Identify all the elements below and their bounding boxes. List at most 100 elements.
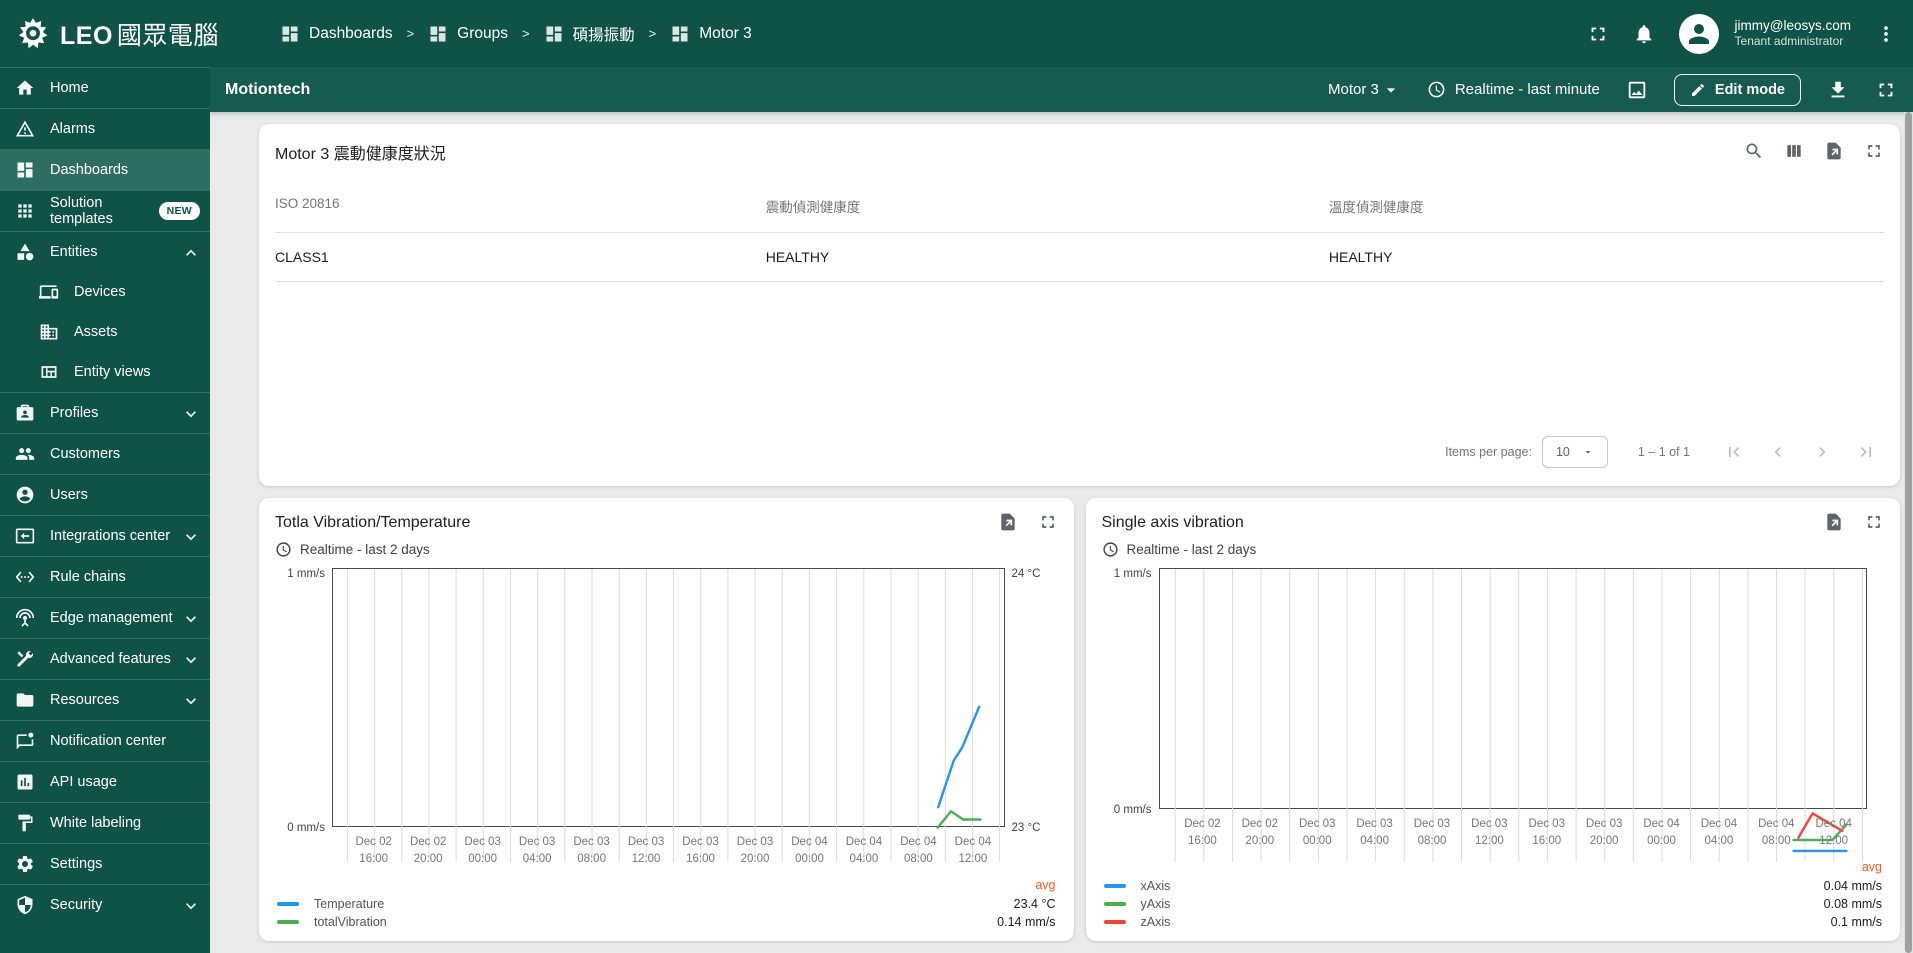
- plot-area[interactable]: [332, 568, 1005, 862]
- legend-item-yaxis[interactable]: yAxis 0.08 mm/s: [1103, 895, 1882, 913]
- y-axis-max: 1 mm/s: [1113, 568, 1152, 580]
- scrollbar[interactable]: [1904, 112, 1913, 953]
- page-size-select[interactable]: 10: [1541, 436, 1608, 468]
- dashboard-toolbar: Motiontech Motor 3 Realtime - last minut…: [210, 67, 1913, 112]
- search-icon[interactable]: [1744, 141, 1764, 161]
- entity-select[interactable]: Motor 3: [1328, 80, 1401, 100]
- chart-card-actions: [1824, 512, 1884, 532]
- x-tick-label: Dec 04 04:00: [845, 836, 883, 866]
- legend-avg-value: 0.1 mm/s: [1830, 915, 1882, 929]
- column-header[interactable]: 震動偵測健康度: [766, 196, 1329, 216]
- breadcrumb-item-motor-3[interactable]: Motor 3: [670, 24, 752, 44]
- edge-icon: [15, 608, 50, 628]
- widget-fullscreen-icon[interactable]: [1864, 141, 1884, 161]
- entity-select-value: Motor 3: [1327, 81, 1379, 98]
- breadcrumb-item-碩揚振動[interactable]: 碩揚振動: [544, 23, 635, 45]
- breadcrumb-item-groups[interactable]: Groups: [428, 24, 508, 44]
- toolbar-fullscreen-icon[interactable]: [1875, 79, 1897, 101]
- chart-legend: avg xAxis 0.04 mm/s yAxis 0.08 mm/s zAxis 0.1…: [1102, 858, 1885, 931]
- breadcrumb-separator: >: [648, 26, 657, 41]
- sidebar-item-alarms[interactable]: Alarms: [0, 109, 210, 149]
- pencil-icon: [1690, 82, 1706, 98]
- x-tick-label: Dec 03 04:00: [518, 836, 556, 866]
- notification-icon: [15, 731, 50, 751]
- table-widget-card: Motor 3 震動健康度狀況 ISO 20816 震動偵測健康度 溫度偵測健康度 …: [259, 124, 1900, 486]
- scrollbar-thumb[interactable]: [1905, 112, 1912, 953]
- columns-icon[interactable]: [1784, 141, 1804, 161]
- plot-area[interactable]: [1158, 568, 1867, 862]
- sidebar-item-resources[interactable]: Resources: [0, 680, 210, 720]
- legend-item-xaxis[interactable]: xAxis 0.04 mm/s: [1103, 877, 1882, 895]
- x-tick-label: Dec 03 08:00: [1413, 818, 1451, 848]
- widget-fullscreen-icon[interactable]: [1864, 512, 1884, 532]
- breadcrumb-item-dashboards[interactable]: Dashboards: [280, 24, 393, 44]
- legend-item-zaxis[interactable]: zAxis 0.1 mm/s: [1103, 913, 1882, 931]
- sidebar-item-security[interactable]: Security: [0, 885, 210, 925]
- fullscreen-icon[interactable]: [1587, 23, 1609, 45]
- column-header[interactable]: ISO 20816: [275, 196, 766, 216]
- sidebar-item-settings[interactable]: Settings: [0, 844, 210, 884]
- sidebar-item-label: Dashboards: [50, 162, 129, 178]
- chevron-down-icon: [181, 650, 200, 669]
- x-tick-label: Dec 02 16:00: [355, 836, 392, 866]
- download-icon[interactable]: [1827, 79, 1849, 101]
- sidebar-item-label: Entity views: [74, 364, 151, 380]
- sidebar-item-devices[interactable]: Devices: [0, 272, 210, 312]
- sidebar-item-profiles[interactable]: Profiles: [0, 393, 210, 433]
- sidebar-item-white-labeling[interactable]: White labeling: [0, 803, 210, 843]
- x-tick-label: Dec 03 08:00: [573, 836, 610, 866]
- sidebar-item-entities[interactable]: Entities: [0, 232, 210, 272]
- first-page-icon[interactable]: [1724, 442, 1744, 462]
- brand-name-en: LEO: [60, 21, 113, 50]
- chevron-down-icon: [181, 404, 200, 423]
- last-page-icon[interactable]: [1856, 442, 1876, 462]
- assets-icon: [39, 322, 74, 342]
- sidebar-item-solution-templates[interactable]: Solution templates NEW: [0, 191, 210, 231]
- sidebar-item-users[interactable]: Users: [0, 475, 210, 515]
- sidebar-item-rule-chains[interactable]: Rule chains: [0, 557, 210, 597]
- dashboard-image-icon[interactable]: [1626, 79, 1648, 101]
- notifications-bell-icon[interactable]: [1633, 23, 1655, 45]
- table-card-head: Motor 3 震動健康度狀況: [275, 134, 1884, 164]
- dropdown-arrow-icon: [1381, 80, 1401, 100]
- edit-mode-label: Edit mode: [1714, 81, 1785, 98]
- legend-item-temperature[interactable]: Temperature 23.4 °C: [277, 895, 1056, 913]
- dashboard-title: Motiontech: [225, 80, 311, 98]
- sidebar-item-entity-views[interactable]: Entity views: [0, 352, 210, 392]
- prev-page-icon[interactable]: [1768, 442, 1788, 462]
- topbar: Dashboards > Groups > 碩揚振動 > Motor 3 jimmy@leo…: [210, 0, 1913, 67]
- export-icon[interactable]: [998, 512, 1018, 532]
- customers-icon: [15, 444, 50, 464]
- chart-card-vibration-temperature: Totla Vibration/Temperature Realtime - l…: [259, 498, 1074, 941]
- sidebar-item-api-usage[interactable]: API usage: [0, 762, 210, 802]
- sidebar-item-customers[interactable]: Customers: [0, 434, 210, 474]
- timewindow-button[interactable]: Realtime - last minute: [1427, 80, 1600, 99]
- sidebar-item-edge-management[interactable]: Edge management: [0, 598, 210, 638]
- widget-fullscreen-icon[interactable]: [1038, 512, 1058, 532]
- column-header[interactable]: 溫度偵測健康度: [1329, 196, 1884, 216]
- sidebar-item-integrations-center[interactable]: Integrations center: [0, 516, 210, 556]
- table-body: CLASS1 HEALTHY HEALTHY: [275, 233, 1884, 282]
- edit-mode-button[interactable]: Edit mode: [1673, 73, 1801, 106]
- chart-timewindow[interactable]: Realtime - last 2 days: [1102, 541, 1885, 558]
- next-page-icon[interactable]: [1812, 442, 1832, 462]
- sidebar-item-home[interactable]: Home: [0, 68, 210, 108]
- logo[interactable]: LEO 國眾電腦: [0, 0, 218, 67]
- legend-item-totalvibration[interactable]: totalVibration 0.14 mm/s: [277, 913, 1056, 931]
- sidebar-item-assets[interactable]: Assets: [0, 312, 210, 352]
- avatar[interactable]: [1678, 13, 1719, 54]
- devices-icon: [39, 282, 74, 302]
- settings-icon: [15, 854, 50, 874]
- sidebar-item-dashboards[interactable]: Dashboards: [0, 150, 210, 190]
- sidebar-item-notification-center[interactable]: Notification center: [0, 721, 210, 761]
- table-row[interactable]: CLASS1 HEALTHY HEALTHY: [275, 233, 1884, 282]
- sidebar-item-advanced-features[interactable]: Advanced features: [0, 639, 210, 679]
- chart-timewindow[interactable]: Realtime - last 2 days: [275, 541, 1058, 558]
- export-icon[interactable]: [1824, 141, 1844, 161]
- export-icon[interactable]: [1824, 512, 1844, 532]
- more-menu-icon[interactable]: [1875, 23, 1897, 45]
- chart-legend: avg Temperature 23.4 °C totalVibration 0.14…: [275, 876, 1058, 931]
- new-badge: NEW: [158, 202, 200, 220]
- legend-avg-value: 0.14 mm/s: [997, 915, 1056, 929]
- clock-icon: [275, 541, 292, 558]
